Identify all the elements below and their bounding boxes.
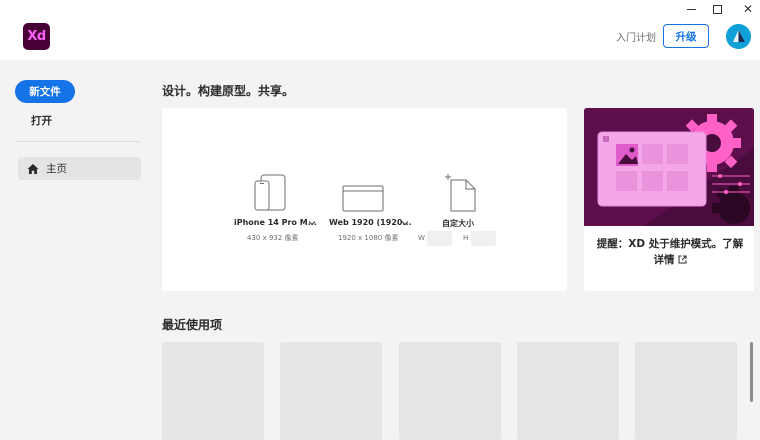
maintenance-illustration xyxy=(584,108,754,226)
maximize-icon[interactable] xyxy=(707,2,727,16)
minimize-icon[interactable] xyxy=(681,2,701,16)
sidebar-divider xyxy=(15,141,140,142)
recent-section-title: 最近使用项 xyxy=(162,318,223,332)
sidebar-item-label: 主页 xyxy=(46,163,67,175)
recent-file-tile[interactable] xyxy=(517,342,619,440)
open-button[interactable]: 打开 xyxy=(31,113,52,128)
iphone-icon xyxy=(254,174,286,211)
external-link-icon xyxy=(678,255,686,264)
scrollbar[interactable] xyxy=(750,342,753,402)
promo-card[interactable]: 提醒：XD 处于维护模式。了解详情 xyxy=(584,108,754,291)
sidebar-item-home[interactable]: 主页 xyxy=(18,157,141,180)
preset-size: 1920 x 1080 像素 xyxy=(338,234,399,242)
avatar-icon xyxy=(726,24,751,49)
custom-size-icon xyxy=(445,174,476,212)
preset-name: 自定大小 xyxy=(442,219,474,228)
recent-file-tile[interactable] xyxy=(635,342,737,440)
web-icon xyxy=(342,185,384,212)
avatar[interactable] xyxy=(726,24,751,49)
recent-file-tile[interactable] xyxy=(162,342,264,440)
chevron-down-icon[interactable] xyxy=(307,218,317,228)
upgrade-button[interactable]: 升级 xyxy=(663,24,709,48)
recent-file-tile[interactable] xyxy=(399,342,501,440)
title-bar: Xd ✕ 入门计划 升级 xyxy=(0,0,760,60)
preset-name: iPhone 14 Pro M... xyxy=(234,218,317,227)
preset-size: 430 x 932 像素 xyxy=(247,234,299,242)
presets-card: iPhone 14 Pro M... 430 x 932 像素 Web 1920… xyxy=(162,108,567,291)
width-label: W xyxy=(418,234,425,242)
recent-file-tile[interactable] xyxy=(280,342,382,440)
new-file-button[interactable]: 新文件 xyxy=(15,80,75,103)
page-title: 设计。构建原型。共享。 xyxy=(162,84,295,98)
chevron-down-icon[interactable] xyxy=(400,218,410,228)
promo-message: 提醒：XD 处于维护模式。了解详情 xyxy=(596,238,744,266)
close-icon[interactable]: ✕ xyxy=(738,2,758,16)
home-icon xyxy=(27,163,39,175)
width-field[interactable] xyxy=(427,231,452,246)
xd-logo: Xd xyxy=(23,23,50,50)
learn-plan-link[interactable]: 入门计划 xyxy=(616,29,656,44)
promo-text[interactable]: 提醒：XD 处于维护模式。了解详情 xyxy=(592,236,748,268)
logo-text: Xd xyxy=(27,29,46,44)
height-field[interactable] xyxy=(471,231,496,246)
height-label: H xyxy=(463,234,469,242)
